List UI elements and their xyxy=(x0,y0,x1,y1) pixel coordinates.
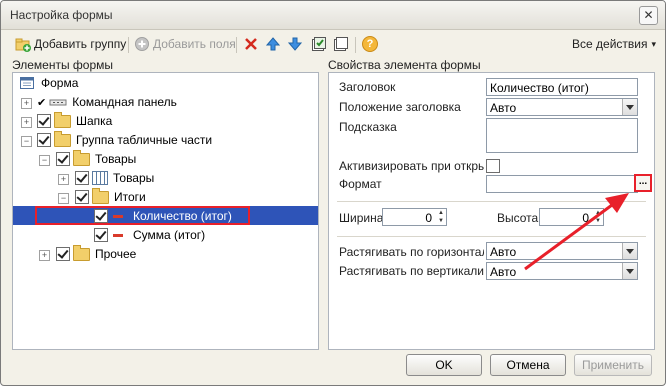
annotation-arrow xyxy=(524,193,629,271)
cancel-button[interactable]: Отмена xyxy=(490,354,566,376)
form-settings-dialog: Настройка формы ✕ Добавить группу Добави… xyxy=(0,0,666,386)
ok-button[interactable]: OK xyxy=(406,354,482,376)
apply-button[interactable]: Применить xyxy=(574,354,652,376)
